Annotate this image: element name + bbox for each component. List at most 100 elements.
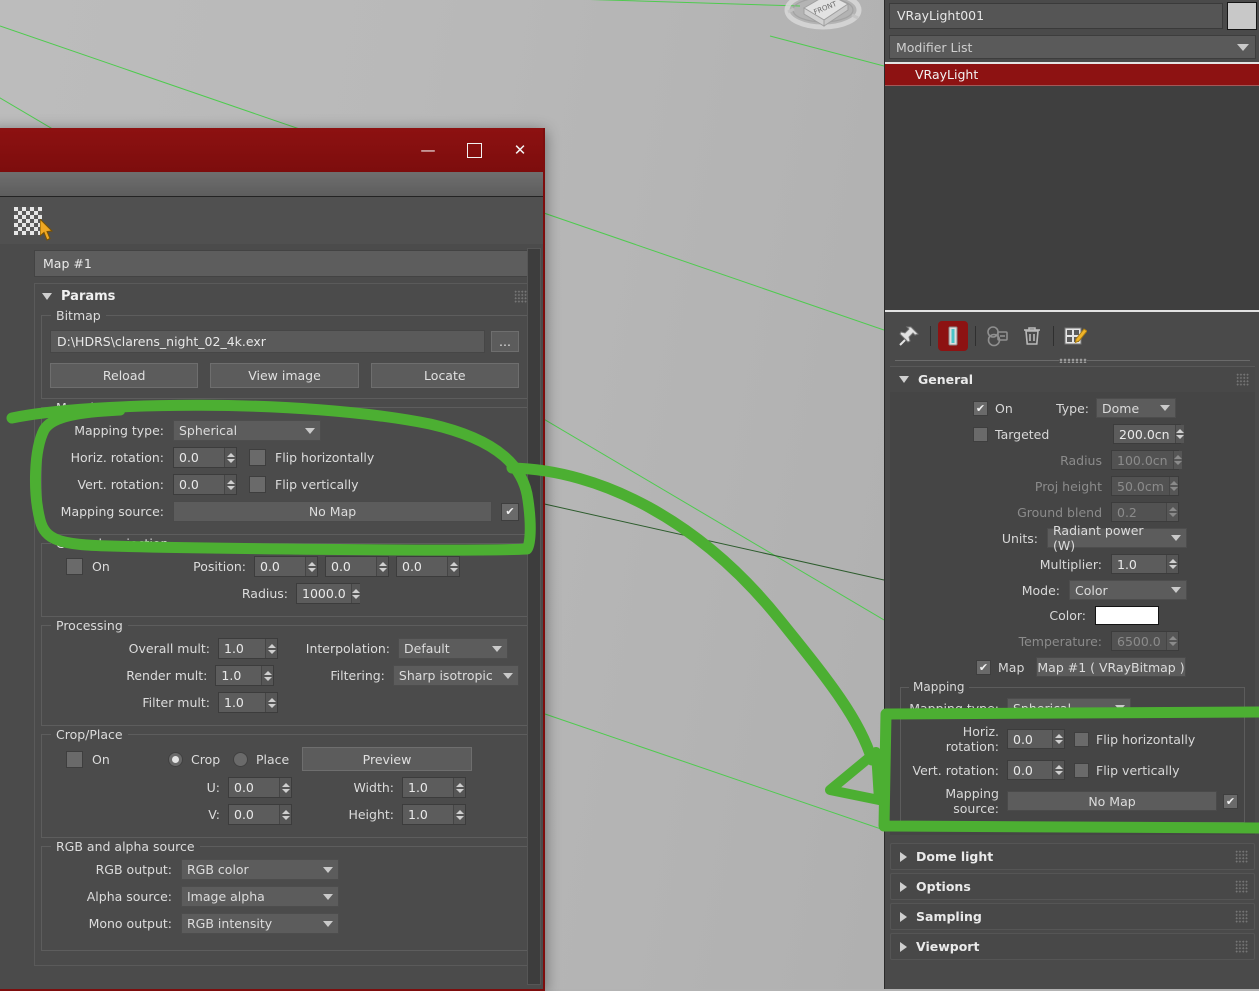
position-y-spinner[interactable]: 0.0: [325, 556, 389, 577]
filtering-dropdown[interactable]: Sharp isotropic: [392, 665, 519, 686]
rgb-output-value: RGB color: [187, 862, 249, 877]
render-mult-spinner[interactable]: 1.0: [215, 665, 275, 686]
dialog-body[interactable]: Map #1 Params Bitmap D:\HDRS\clarens_nig…: [0, 244, 543, 989]
panel-mapping-source-button[interactable]: No Map: [1007, 791, 1217, 811]
modifier-list-dropdown[interactable]: Modifier List: [889, 35, 1256, 59]
rollout-general[interactable]: General On Type: Dome Targeted 200.0cn: [890, 366, 1255, 835]
panel-vert-rotation-spinner[interactable]: 0.0: [1007, 760, 1065, 780]
maximize-button[interactable]: [451, 128, 497, 172]
pin-stack-icon[interactable]: [895, 322, 923, 350]
map-slot-button[interactable]: Map #1 ( VRayBitmap ): [1036, 657, 1186, 677]
position-z-spinner[interactable]: 0.0: [396, 556, 460, 577]
map-name-field[interactable]: Map #1: [34, 250, 535, 277]
panel-mapping-type-dropdown[interactable]: Spherical: [1007, 698, 1131, 718]
width-label: Width:: [353, 780, 394, 795]
close-button[interactable]: ✕: [497, 128, 543, 172]
panel-mapping-source-checkbox[interactable]: [1223, 793, 1238, 809]
alpha-source-dropdown[interactable]: Image alpha: [181, 886, 339, 907]
overall-mult-spinner[interactable]: 1.0: [218, 638, 278, 659]
configure-modifier-sets-icon[interactable]: [1061, 322, 1089, 350]
preview-button[interactable]: Preview: [302, 747, 472, 771]
object-color-swatch[interactable]: [1227, 2, 1257, 30]
interpolation-dropdown[interactable]: Default: [398, 638, 508, 659]
u-label: U:: [206, 780, 220, 795]
target-distance-spinner[interactable]: 200.0cn: [1113, 424, 1184, 444]
position-x-spinner[interactable]: 0.0: [254, 556, 318, 577]
command-panel[interactable]: VRayLight001 Modifier List VRayLight Gen…: [884, 0, 1259, 989]
modifier-stack-item[interactable]: VRayLight: [885, 64, 1259, 86]
grip-icon: [1235, 910, 1248, 923]
crop-on-checkbox[interactable]: [66, 750, 83, 768]
modifier-stack-toolbar[interactable]: [885, 312, 1259, 358]
targeted-checkbox[interactable]: [973, 426, 988, 442]
place-radio[interactable]: [233, 751, 248, 767]
view-image-button[interactable]: View image: [210, 363, 359, 388]
rollout-viewport-label: Viewport: [916, 939, 980, 954]
grip-icon: [514, 290, 527, 303]
dialog-menu-bar[interactable]: [0, 172, 543, 197]
dialog-scrollbar[interactable]: [527, 248, 541, 985]
reload-button[interactable]: Reload: [50, 363, 199, 388]
row-targeted: Targeted 200.0cn: [898, 424, 1247, 444]
position-y-value: 0.0: [331, 559, 351, 574]
multiplier-spinner[interactable]: 1.0: [1111, 554, 1179, 574]
make-unique-icon[interactable]: [983, 322, 1011, 350]
dialog-toolbar[interactable]: [0, 197, 543, 246]
dialog-title-bar[interactable]: — ✕: [0, 128, 543, 172]
on-checkbox[interactable]: [973, 400, 988, 416]
radius-spinner[interactable]: 100.0cn: [1111, 450, 1182, 470]
material-editor-dialog[interactable]: — ✕ Map #1 Params Bitmap D:\HDRS\clarens…: [0, 128, 545, 991]
light-color-swatch[interactable]: [1095, 606, 1159, 625]
show-end-result-icon[interactable]: [938, 321, 968, 351]
temperature-spinner[interactable]: 6500.0: [1111, 631, 1179, 651]
row-ground-radius: Radius: 1000.0: [50, 583, 519, 604]
row-rgb-output: RGB output: RGB color: [50, 859, 519, 880]
mapping-type-dropdown[interactable]: Spherical: [173, 420, 321, 441]
mapping-source-checkbox[interactable]: [501, 502, 519, 521]
crop-radio[interactable]: [168, 751, 183, 767]
flip-horizontally-checkbox[interactable]: [249, 449, 266, 466]
map-checkbox[interactable]: [976, 659, 991, 675]
ground-radius-spinner[interactable]: 1000.0: [296, 583, 360, 604]
height-spinner[interactable]: 1.0: [402, 804, 466, 825]
panel-flip-horizontally-checkbox[interactable]: [1074, 731, 1089, 747]
mono-output-dropdown[interactable]: RGB intensity: [181, 913, 339, 934]
panel-resize-grip[interactable]: [895, 358, 1250, 363]
params-rollout-header[interactable]: Params: [35, 284, 534, 309]
rollout-dome-light[interactable]: Dome light: [890, 843, 1255, 870]
object-name-field[interactable]: VRayLight001: [889, 3, 1223, 29]
proj-height-spinner[interactable]: 50.0cm: [1111, 476, 1179, 496]
minimize-button[interactable]: —: [405, 128, 451, 172]
remove-modifier-icon[interactable]: [1018, 322, 1046, 350]
type-dropdown[interactable]: Dome: [1096, 398, 1176, 418]
horiz-rotation-spinner[interactable]: 0.0: [173, 447, 237, 468]
ground-projection-on-checkbox[interactable]: [66, 558, 83, 575]
rollout-sampling[interactable]: Sampling: [890, 903, 1255, 930]
rollout-options[interactable]: Options: [890, 873, 1255, 900]
width-spinner[interactable]: 1.0: [402, 777, 466, 798]
mapping-source-button[interactable]: No Map: [173, 501, 492, 522]
filter-mult-spinner[interactable]: 1.0: [218, 692, 278, 713]
ground-blend-spinner[interactable]: 0.2: [1111, 502, 1179, 522]
row-units: Units: Radiant power (W): [898, 523, 1247, 553]
checker-background-icon[interactable]: [14, 207, 42, 235]
width-value: 1.0: [408, 780, 428, 795]
modifier-stack[interactable]: VRayLight: [885, 62, 1259, 312]
rollout-general-header[interactable]: General: [890, 366, 1255, 392]
v-spinner[interactable]: 0.0: [228, 804, 292, 825]
rollout-viewport[interactable]: Viewport: [890, 933, 1255, 960]
panel-flip-vertically-checkbox[interactable]: [1074, 762, 1089, 778]
vert-rotation-spinner[interactable]: 0.0: [173, 474, 237, 495]
viewcube[interactable]: FRONT: [782, 0, 864, 46]
units-dropdown[interactable]: Radiant power (W): [1047, 523, 1187, 553]
rgb-output-dropdown[interactable]: RGB color: [181, 859, 339, 880]
panel-horiz-rotation-spinner[interactable]: 0.0: [1007, 729, 1065, 749]
row-ground-blend: Ground blend 0.2: [898, 502, 1247, 522]
flip-vertically-checkbox[interactable]: [249, 476, 266, 493]
u-spinner[interactable]: 0.0: [228, 777, 292, 798]
mode-dropdown[interactable]: Color: [1069, 580, 1187, 600]
locate-button[interactable]: Locate: [370, 363, 519, 388]
bitmap-path-field[interactable]: D:\HDRS\clarens_night_02_4k.exr: [50, 330, 485, 353]
bitmap-browse-button[interactable]: ...: [491, 331, 519, 352]
params-rollout[interactable]: Params Bitmap D:\HDRS\clarens_night_02_4…: [34, 283, 535, 966]
